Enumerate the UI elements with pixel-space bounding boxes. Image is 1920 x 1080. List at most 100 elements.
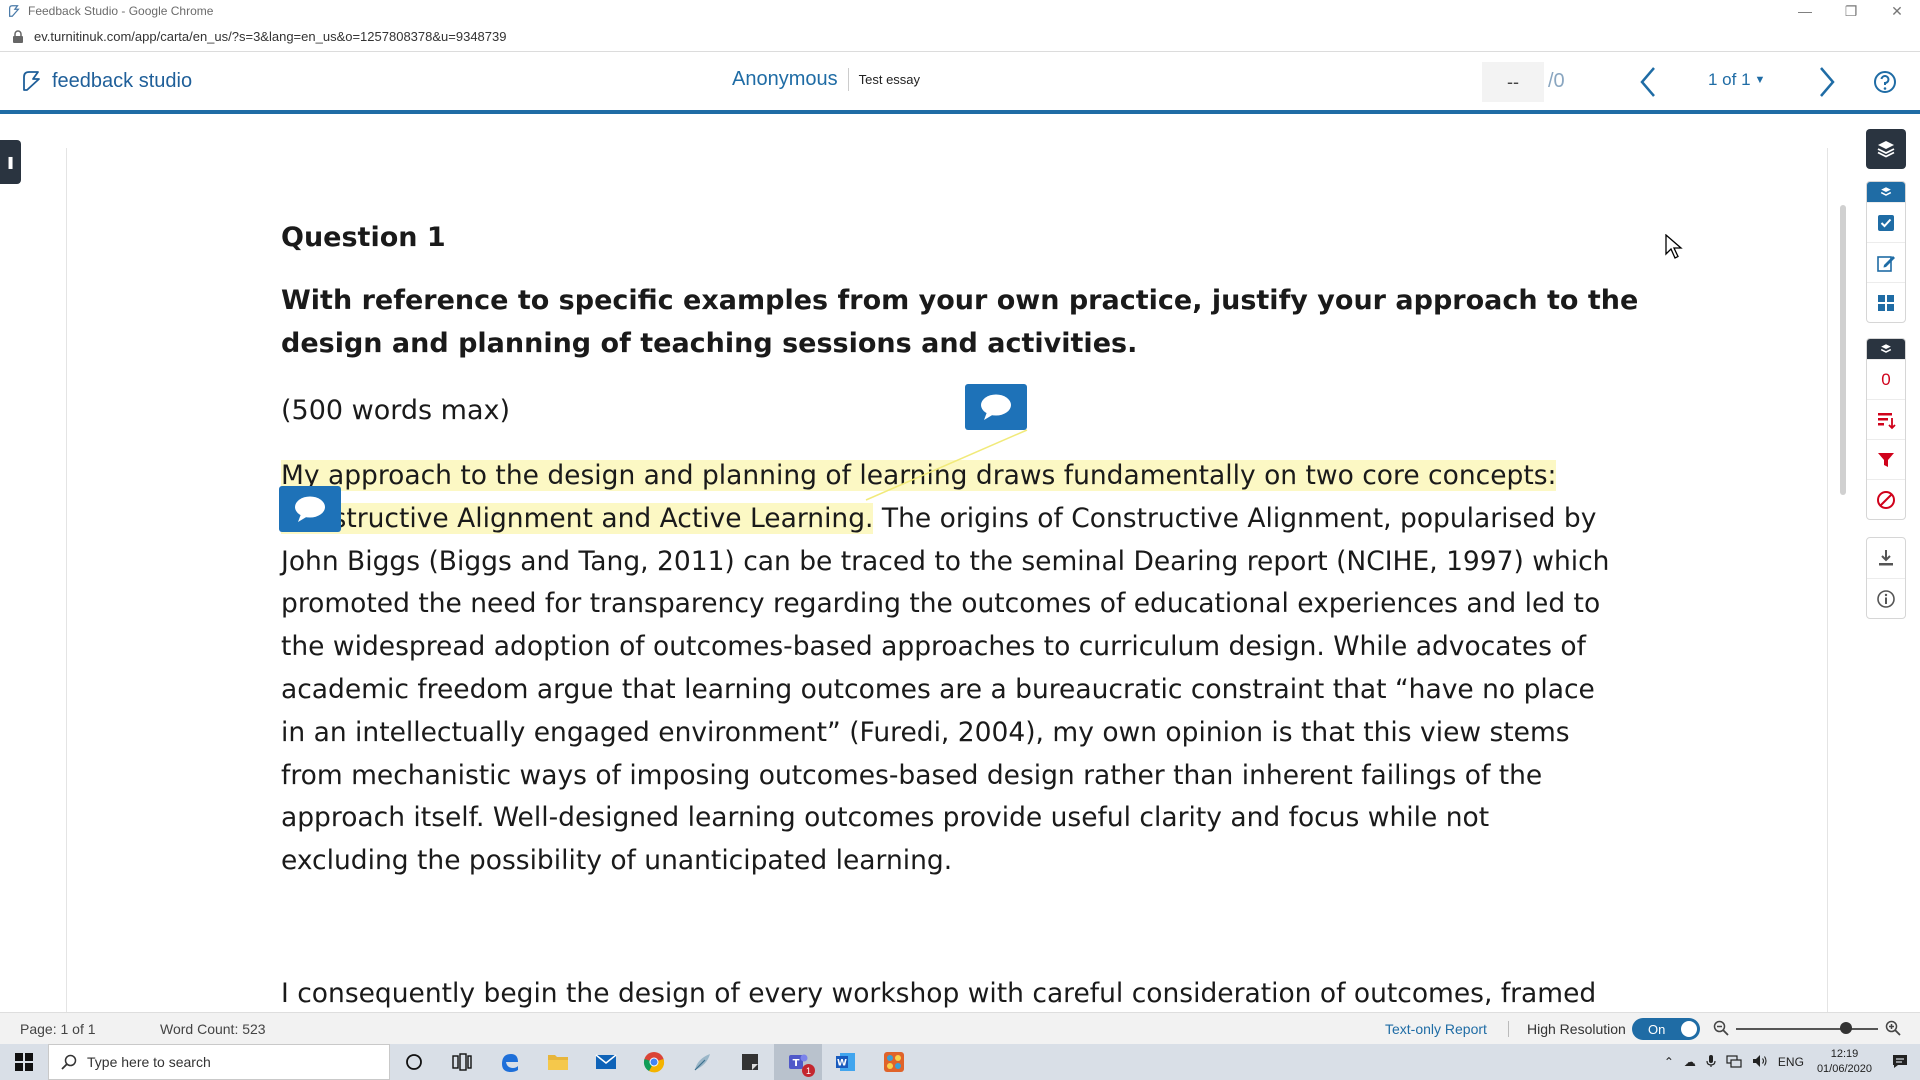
taskbar-search[interactable]: Type here to search [48,1044,390,1080]
teams-notification-badge: 1 [802,1064,815,1077]
zoom-slider-thumb[interactable] [1840,1022,1852,1034]
mail-icon [595,1054,617,1069]
app-header: feedback studio Anonymous Test essay -- … [0,52,1920,114]
submission-info-button[interactable] [1867,578,1905,618]
taskbar-app-feather[interactable] [678,1044,726,1080]
cortana-button[interactable] [390,1044,438,1080]
chevron-up-icon[interactable]: ⌃ [1659,1055,1679,1069]
taskbar-chrome[interactable] [630,1044,678,1080]
address-bar[interactable]: ev.turnitinuk.com/app/carta/en_us/?s=3&l… [0,22,1920,52]
network-icon[interactable] [1721,1054,1747,1071]
taskbar-word[interactable]: W [822,1044,870,1080]
status-bar: Page: 1 of 1 Word Count: 523 Text-only R… [0,1012,1920,1044]
rubric-button[interactable] [1867,282,1905,322]
url-text[interactable]: ev.turnitinuk.com/app/carta/en_us/?s=3&l… [34,29,506,44]
question-title: Question 1 [281,222,446,253]
system-clock[interactable]: 12:19 01/06/2020 [1809,1047,1880,1077]
download-button[interactable] [1867,538,1905,578]
paper-selector-label: 1 of 1 [1708,70,1751,89]
notifications-icon[interactable] [1880,1053,1920,1072]
taskbar-sticky-notes[interactable] [726,1044,774,1080]
microphone-icon[interactable] [1701,1054,1721,1071]
help-button[interactable] [1872,69,1898,95]
grading-toolbar [1866,181,1906,323]
taskbar-app-grid[interactable] [870,1044,918,1080]
checkbox-icon [1878,214,1894,231]
svg-text:T: T [793,1058,800,1069]
question-prompt: With reference to specific examples from… [281,285,1639,359]
paragraph-1: My approach to the design and planning o… [281,455,1621,883]
clock-time: 12:19 [1830,1048,1859,1060]
sort-list-icon [1878,412,1896,429]
chevron-right-icon [1820,67,1835,97]
caret-down-icon: ▼ [1754,74,1766,86]
layers-icon [1880,187,1892,196]
document-content: Question 1 With reference to specific ex… [281,222,1681,883]
system-tray: ⌃ ☁ ENG 12:19 01/06/2020 [1659,1044,1920,1080]
notes-icon [742,1054,758,1070]
next-paper-button[interactable] [1812,64,1842,100]
document-viewer: Question 1 With reference to specific ex… [66,148,1828,1012]
app-grid-icon [884,1052,904,1072]
taskbar-mail[interactable] [582,1044,630,1080]
brand-logo[interactable]: feedback studio [18,68,192,94]
lock-icon [12,29,26,44]
similarity-score[interactable]: 0 [1867,359,1905,399]
filter-button[interactable] [1867,439,1905,479]
info-icon [1877,589,1895,608]
toggle-knob [1681,1021,1697,1037]
grading-layer-header[interactable] [1867,182,1905,202]
task-view-button[interactable] [438,1044,486,1080]
taskbar-edge[interactable] [486,1044,534,1080]
minimize-icon[interactable]: — [1782,0,1828,22]
speech-bubble-icon [295,496,325,522]
document-scrollbar[interactable] [1840,205,1846,495]
zoom-slider-track[interactable] [1736,1028,1878,1030]
language-indicator[interactable]: ENG [1773,1055,1809,1069]
toggle-state: On [1648,1021,1666,1037]
feather-app-icon [694,1054,710,1071]
start-button[interactable] [0,1044,48,1080]
quickmark-button[interactable] [1867,202,1905,242]
score-input[interactable]: -- [1482,62,1544,102]
onedrive-icon[interactable]: ☁ [1679,1055,1701,1069]
filter-icon [1878,452,1894,467]
text-only-report-link[interactable]: Text-only Report [1385,1021,1487,1037]
taskbar-file-explorer[interactable] [534,1044,582,1080]
close-icon[interactable]: ✕ [1874,0,1920,22]
zoom-out-button[interactable] [1713,1020,1729,1039]
paper-selector[interactable]: 1 of 1 ▼ [1708,70,1765,90]
search-icon [61,1054,77,1070]
layers-icon [1877,141,1895,158]
feedback-summary-button[interactable] [1867,242,1905,282]
zoom-in-icon [1885,1020,1901,1036]
document-toolbar [1866,537,1906,619]
match-overview-button[interactable] [1867,399,1905,439]
clock-date: 01/06/2020 [1816,1063,1872,1075]
comment-bubble-button[interactable] [965,384,1027,430]
similarity-toolbar: 0 [1866,338,1906,520]
browser-title-bar: Feedback Studio - Google Chrome — ❐ ✕ [0,0,1920,22]
cortana-icon [406,1054,422,1070]
page-indicator: Page: 1 of 1 [20,1021,96,1037]
previous-paper-button[interactable] [1633,64,1663,100]
taskbar-teams[interactable]: T 1 [774,1044,822,1080]
speech-bubble-icon [981,394,1011,420]
similarity-layer-header[interactable] [1867,339,1905,359]
exclusions-button[interactable] [1867,479,1905,519]
svg-text:W: W [837,1059,847,1069]
layers-button[interactable] [1866,129,1906,169]
edge-icon [502,1054,518,1072]
high-resolution-toggle[interactable]: On [1632,1018,1700,1040]
chrome-icon [643,1052,665,1073]
mouse-cursor-icon [1665,234,1683,259]
layers-icon [1880,344,1892,353]
zoom-out-icon [1713,1020,1729,1036]
volume-icon[interactable] [1747,1054,1773,1071]
inline-comment-marker[interactable] [279,486,341,532]
zoom-in-button[interactable] [1885,1020,1901,1039]
word-count: Word Count: 523 [160,1021,266,1037]
no-entry-icon [1877,490,1895,509]
side-panel-handle[interactable]: ❚ [0,140,21,184]
restore-icon[interactable]: ❐ [1828,0,1874,22]
